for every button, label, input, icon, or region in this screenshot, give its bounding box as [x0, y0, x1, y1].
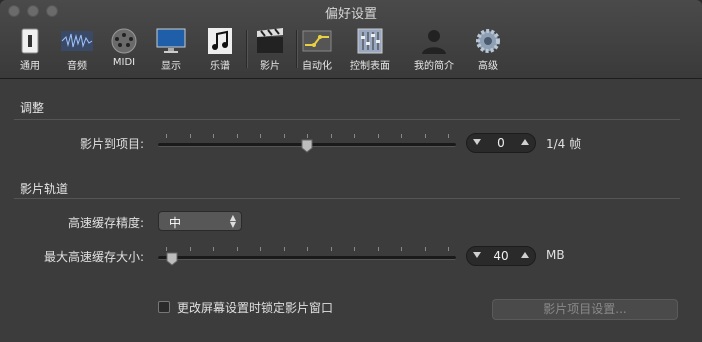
movie-to-project-stepper[interactable]: 0 — [466, 133, 536, 153]
audio-waveform-icon — [60, 27, 94, 55]
slider-tick — [424, 247, 426, 251]
slider-tick — [213, 247, 214, 251]
movie-to-project-label: 影片到项目: — [79, 137, 144, 151]
decrement-arrow-icon[interactable] — [473, 252, 481, 258]
slider-track — [158, 256, 456, 260]
lock-movie-window-checkbox[interactable] — [158, 301, 170, 313]
toolbar-score[interactable]: 乐谱 — [194, 27, 246, 73]
toolbar-control-surfaces[interactable]: 控制表面 — [344, 27, 396, 73]
toolbar-label: 影片 — [260, 61, 280, 72]
midi-connector-icon — [107, 27, 141, 55]
toolbar-label: 我的简介 — [414, 61, 454, 72]
toolbar-audio[interactable]: 音频 — [51, 27, 103, 73]
increment-arrow-icon[interactable] — [521, 139, 529, 145]
slider-tick — [166, 134, 167, 138]
stepper-value: 40 — [493, 249, 509, 263]
title-toolbar-bar: 偏好设置 通用 音频 MIDI 显示 乐谱 影片 自动化 控制表面 我的简介 高… — [0, 0, 702, 79]
slider-thumb[interactable] — [301, 138, 313, 153]
slider-tick — [448, 134, 449, 138]
slider-tick — [448, 247, 449, 251]
toolbar-automation[interactable]: 自动化 — [291, 27, 343, 73]
toolbar-label: 高级 — [478, 61, 498, 72]
increment-arrow-icon[interactable] — [521, 252, 529, 258]
slider-tick — [283, 247, 285, 251]
score-notes-icon — [203, 27, 237, 55]
slider-tick — [377, 247, 379, 251]
section-heading-movie-track: 影片轨道 — [20, 182, 69, 196]
toolbar-label: 显示 — [161, 61, 181, 72]
section-heading-adjust: 调整 — [20, 101, 45, 115]
toolbar-label: MIDI — [112, 57, 136, 68]
popup-value: 中 — [169, 216, 182, 230]
slider-tick — [401, 134, 402, 138]
divider — [14, 198, 680, 199]
display-monitor-icon — [154, 27, 188, 55]
toolbar-general[interactable]: 通用 — [4, 27, 56, 73]
slider-tick — [330, 247, 332, 251]
toolbar-my-profile[interactable]: 我的简介 — [408, 27, 460, 73]
slider-tick — [283, 134, 285, 138]
control-surface-icon — [353, 27, 387, 55]
slider-tick — [260, 247, 261, 251]
slider-tick — [401, 247, 402, 251]
max-cache-size-unit: MB — [546, 248, 565, 262]
preferences-window: 偏好设置 通用 音频 MIDI 显示 乐谱 影片 自动化 控制表面 我的简介 高… — [0, 0, 702, 342]
slider-tick — [236, 247, 238, 251]
max-cache-size-label: 最大高速缓存大小: — [43, 250, 144, 264]
window-title: 偏好设置 — [324, 7, 377, 22]
cache-resolution-popup[interactable]: 中 ▲ ▼ — [158, 211, 242, 231]
slider-tick — [307, 247, 308, 251]
toolbar-label: 自动化 — [302, 61, 332, 72]
slider-tick — [189, 134, 191, 138]
stepper-value: 0 — [497, 136, 505, 150]
decrement-arrow-icon[interactable] — [473, 139, 481, 145]
movie-clapper-icon — [253, 27, 287, 55]
slider-tick — [354, 134, 355, 138]
cache-resolution-label: 高速缓存精度: — [67, 216, 144, 230]
slider-tick — [354, 247, 355, 251]
toolbar-movie[interactable]: 影片 — [244, 27, 296, 73]
toolbar-advanced[interactable]: 高级 — [462, 27, 514, 73]
movie-to-project-unit: 1/4 帧 — [546, 137, 582, 151]
toolbar-label: 通用 — [20, 61, 40, 72]
toolbar-label: 音频 — [67, 61, 87, 72]
slider-thumb[interactable] — [166, 251, 178, 266]
lock-movie-window-label: 更改屏幕设置时锁定影片窗口 — [177, 301, 334, 315]
slider-tick — [213, 134, 214, 138]
slider-tick — [236, 134, 238, 138]
slider-tick — [330, 134, 332, 138]
divider — [14, 119, 680, 120]
slider-tick — [424, 134, 426, 138]
toolbar-midi[interactable]: MIDI — [98, 27, 150, 73]
slider-tick — [189, 247, 191, 251]
my-profile-icon — [417, 27, 451, 55]
updown-arrows-icon: ▲ ▼ — [229, 213, 236, 229]
toolbar-label: 乐谱 — [210, 61, 230, 72]
toolbar-display[interactable]: 显示 — [145, 27, 197, 73]
movie-project-settings-button[interactable]: 影片项目设置... — [492, 299, 678, 320]
automation-icon — [300, 27, 334, 55]
toolbar-label: 控制表面 — [350, 61, 390, 72]
max-cache-size-stepper[interactable]: 40 — [466, 246, 536, 266]
slider-tick — [377, 134, 379, 138]
slider-tick — [260, 134, 261, 138]
advanced-gear-icon — [471, 27, 505, 55]
general-switch-icon — [13, 27, 47, 55]
